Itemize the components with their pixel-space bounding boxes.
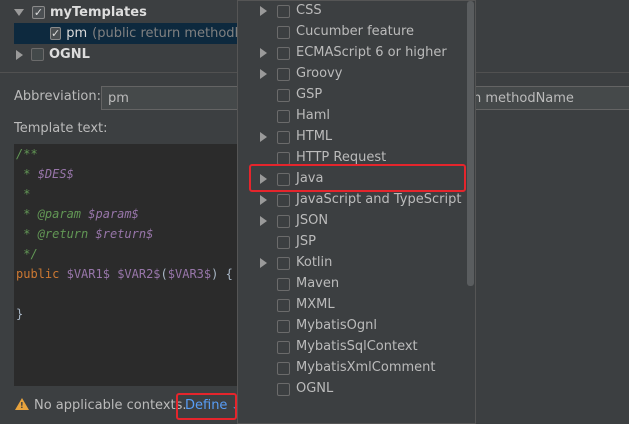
expand-arrow-icon[interactable] <box>260 48 267 58</box>
context-label: JavaScript and TypeScript <box>296 192 462 207</box>
code-line-5: * @return $return$ <box>16 227 154 241</box>
description-input[interactable]: n methodName <box>470 86 629 110</box>
context-label: MXML <box>296 297 335 312</box>
group2-checkbox[interactable] <box>31 48 44 61</box>
code-line-3: * <box>16 187 31 201</box>
context-item-groovy[interactable]: Groovy <box>238 64 468 85</box>
context-item-mybatisognl[interactable]: MybatisOgnl <box>238 316 468 337</box>
context-item-cucumber-feature[interactable]: Cucumber feature <box>238 22 468 43</box>
context-label: MybatisOgnl <box>296 318 377 333</box>
group-checkbox[interactable]: ✓ <box>32 6 45 19</box>
code-line-4: * @param $param$ <box>16 207 139 221</box>
context-item-html[interactable]: HTML <box>238 127 468 148</box>
expand-arrow-icon[interactable] <box>260 258 267 268</box>
code-line-1: /** <box>16 147 38 161</box>
context-item-javascript-and-typescript[interactable]: JavaScript and TypeScript <box>238 190 468 211</box>
context-checkbox[interactable] <box>277 236 290 249</box>
warning-icon-mark: ! <box>20 401 24 410</box>
define-highlight-box <box>176 393 237 420</box>
context-item-ecmascript-6-or-higher[interactable]: ECMAScript 6 or higher <box>238 43 468 64</box>
java-highlight-box <box>249 164 466 192</box>
tree-item-pm[interactable]: ✓ pm (public return methodNa <box>14 23 252 44</box>
context-checkbox[interactable] <box>277 110 290 123</box>
context-checkbox[interactable] <box>277 89 290 102</box>
abbreviation-label: Abbreviation: <box>14 89 102 104</box>
context-item-mybatisxmlcomment[interactable]: MybatisXmlComment <box>238 358 468 379</box>
abbreviation-input[interactable]: pm <box>101 86 241 110</box>
context-label: Groovy <box>296 66 343 81</box>
context-checkbox[interactable] <box>277 194 290 207</box>
context-label: OGNL <box>296 381 334 396</box>
code-line-9: } <box>16 307 24 321</box>
context-item-haml[interactable]: Haml <box>238 106 468 127</box>
context-label: GSP <box>296 87 323 102</box>
context-checkbox[interactable] <box>277 257 290 270</box>
context-item-maven[interactable]: Maven <box>238 274 468 295</box>
context-label: ECMAScript 6 or higher <box>296 45 447 60</box>
code-line-2: * $DES$ <box>16 167 74 181</box>
context-checkbox[interactable] <box>277 278 290 291</box>
warning-text: No applicable contexts. <box>34 398 187 413</box>
context-item-ognl[interactable]: OGNL <box>238 379 468 400</box>
template-checkbox[interactable]: ✓ <box>50 27 62 40</box>
context-label: Kotlin <box>296 255 333 270</box>
context-label: MybatisXmlComment <box>296 360 436 375</box>
template-text-label: Template text: <box>14 121 108 136</box>
group-label: myTemplates <box>50 5 147 20</box>
template-abbrev: pm <box>66 26 88 41</box>
context-label: CSS <box>296 3 322 18</box>
expand-arrow-icon[interactable] <box>260 6 267 16</box>
abbreviation-value: pm <box>108 90 129 106</box>
expand-arrow-icon[interactable] <box>260 132 267 142</box>
context-popup[interactable]: CSS Cucumber feature ECMAScript 6 or highe… <box>237 0 476 424</box>
expand-arrow-icon[interactable] <box>260 216 267 226</box>
context-checkbox[interactable] <box>277 383 290 396</box>
context-checkbox[interactable] <box>277 131 290 144</box>
context-label: Haml <box>296 108 331 123</box>
context-label: Maven <box>296 276 340 291</box>
context-item-kotlin[interactable]: Kotlin <box>238 253 468 274</box>
code-line-6: */ <box>16 247 38 261</box>
tree-group-ognl[interactable]: OGNL <box>0 44 240 65</box>
context-item-mybatissqlcontext[interactable]: MybatisSqlContext <box>238 337 468 358</box>
context-checkbox[interactable] <box>277 320 290 333</box>
context-checkbox[interactable] <box>277 215 290 228</box>
context-item-css[interactable]: CSS <box>238 1 468 22</box>
popup-scrollbar[interactable] <box>467 1 474 286</box>
collapse-arrow-icon[interactable] <box>16 49 23 60</box>
context-item-gsp[interactable]: GSP <box>238 85 468 106</box>
code-line-7: public $VAR1$ $VAR2$($VAR3$) { <box>16 267 233 281</box>
context-checkbox[interactable] <box>277 5 290 18</box>
context-label: JSP <box>296 234 316 249</box>
context-checkbox[interactable] <box>277 299 290 312</box>
context-checkbox[interactable] <box>277 362 290 375</box>
context-checkbox[interactable] <box>277 68 290 81</box>
context-item-jsp[interactable]: JSP <box>238 232 468 253</box>
context-label: Cucumber feature <box>296 24 415 39</box>
expand-arrow-icon[interactable] <box>14 9 24 16</box>
context-item-json[interactable]: JSON <box>238 211 468 232</box>
template-description: (public return methodNa <box>92 26 253 41</box>
description-value: n methodName <box>473 90 574 106</box>
template-text-editor[interactable]: /** * $DES$ * * @param $param$ * @return… <box>14 144 240 386</box>
group2-label: OGNL <box>49 47 90 62</box>
context-item-mxml[interactable]: MXML <box>238 295 468 316</box>
expand-arrow-icon[interactable] <box>260 195 267 205</box>
tree-group-mytemplates[interactable]: ✓ myTemplates <box>0 2 240 23</box>
context-label: HTTP Request <box>296 150 387 165</box>
context-label: HTML <box>296 129 333 144</box>
context-checkbox[interactable] <box>277 341 290 354</box>
context-label: MybatisSqlContext <box>296 339 418 354</box>
context-checkbox[interactable] <box>277 26 290 39</box>
context-label: JSON <box>296 213 329 228</box>
context-checkbox[interactable] <box>277 47 290 60</box>
expand-arrow-icon[interactable] <box>260 69 267 79</box>
